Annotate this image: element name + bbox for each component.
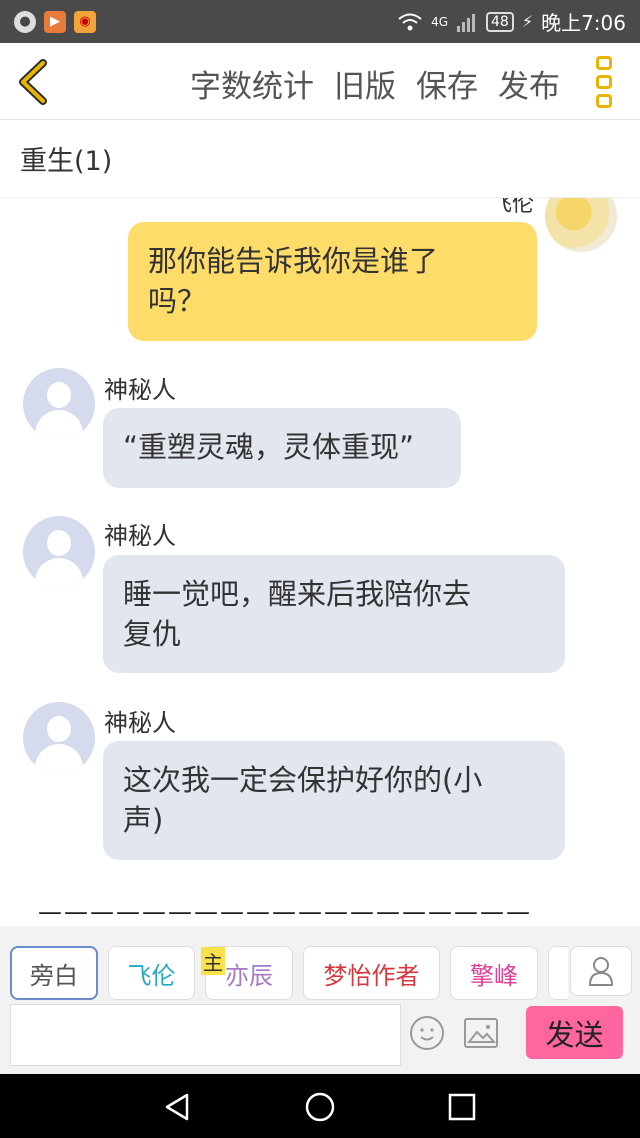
- separator-line: ———————————————————: [38, 898, 532, 926]
- message-bubble[interactable]: 这次我一定会保护好你的(小 声): [103, 741, 565, 860]
- message-text-line: 声): [123, 803, 164, 837]
- home-nav-icon[interactable]: [304, 1091, 336, 1123]
- avatar[interactable]: [23, 368, 95, 440]
- role-label: 亦辰: [225, 961, 273, 990]
- battery-level: 48: [486, 11, 514, 32]
- image-icon[interactable]: [464, 1018, 498, 1048]
- message-input[interactable]: [10, 1004, 401, 1066]
- role-chip-qingfeng[interactable]: 擎峰: [450, 946, 538, 1000]
- send-button[interactable]: 发送: [526, 1006, 623, 1059]
- weibo-icon: ◉: [74, 10, 96, 33]
- avatar[interactable]: [23, 516, 95, 588]
- role-label: 擎峰: [470, 961, 518, 990]
- message-text-line: “重塑灵魂，灵体重现”: [123, 430, 415, 464]
- message-text-line: 复仇: [123, 617, 182, 651]
- role-label: 飞伦: [127, 961, 176, 990]
- main-role-tag: 主: [201, 947, 225, 975]
- status-bar: ● ▶ ◉ 4G 48 ⚡ 晚上7:06: [0, 0, 640, 43]
- message-bubble[interactable]: “重塑灵魂，灵体重现”: [103, 408, 461, 488]
- video-app-icon: ▶: [44, 10, 66, 33]
- role-chip-mengyi[interactable]: 梦怡作者: [303, 946, 440, 1000]
- back-nav-icon[interactable]: [162, 1092, 192, 1122]
- user-icon: [588, 957, 614, 986]
- message-text-line: 那你能告诉我你是谁了: [148, 244, 439, 278]
- charging-icon: ⚡: [521, 12, 534, 31]
- signal-icon: [457, 13, 476, 32]
- back-arrow-icon[interactable]: [16, 59, 50, 105]
- role-selector: 旁白 飞伦 亦辰 梦怡作者 擎峰: [0, 926, 640, 1000]
- save-button[interactable]: 保存: [416, 61, 478, 106]
- message-text-line: 睡一觉吧，醒来后我陪你去: [123, 577, 472, 611]
- chapter-title[interactable]: 重生(1): [0, 120, 640, 198]
- clock: 晚上7:06: [541, 11, 626, 35]
- emoji-icon[interactable]: [410, 1016, 444, 1050]
- role-label: 旁白: [30, 961, 78, 990]
- sender-name: 神秘人: [104, 376, 176, 404]
- old-version-button[interactable]: 旧版: [334, 61, 396, 106]
- editor-toolbar: 字数统计 旧版 保存 发布: [0, 43, 640, 120]
- sender-name: 神秘人: [104, 522, 176, 550]
- network-type: 4G: [431, 14, 449, 29]
- send-label: 发送: [545, 1017, 604, 1052]
- wifi-icon: [398, 13, 422, 30]
- role-chip-narrator[interactable]: 旁白: [10, 946, 98, 1000]
- role-chip-feilun[interactable]: 飞伦: [108, 946, 195, 1000]
- message-bubble-self[interactable]: 那你能告诉我你是谁了 吗？: [128, 222, 537, 341]
- sender-name: 神秘人: [104, 709, 176, 737]
- message-bubble[interactable]: 睡一觉吧，醒来后我陪你去 复仇: [103, 555, 565, 673]
- publish-button[interactable]: 发布: [498, 61, 560, 106]
- composer-bar: 发送: [0, 1000, 640, 1074]
- add-role-button[interactable]: [570, 946, 632, 996]
- self-sender-name: 飞伦: [489, 198, 534, 217]
- toolbar-actions: 字数统计 旧版 保存 发布: [190, 61, 560, 106]
- chat-area[interactable]: 飞伦 那你能告诉我你是谁了 吗？ 神秘人 “重塑灵魂，灵体重现” 神秘人 睡一觉…: [0, 198, 640, 926]
- system-nav-bar: [0, 1074, 640, 1138]
- chapter-title-text: 重生(1): [20, 146, 113, 177]
- globe-icon: ●: [14, 10, 36, 33]
- role-label: 梦怡作者: [323, 961, 420, 990]
- recents-nav-icon[interactable]: [448, 1093, 476, 1121]
- message-text-line: 吗？: [148, 284, 207, 318]
- word-count-button[interactable]: 字数统计: [190, 61, 314, 106]
- role-chip-partial[interactable]: [548, 946, 568, 1000]
- message-text-line: 这次我一定会保护好你的(小: [123, 763, 483, 797]
- more-menu-icon[interactable]: [596, 56, 616, 108]
- avatar[interactable]: [23, 702, 95, 774]
- self-avatar[interactable]: [545, 198, 617, 252]
- status-icons: ● ▶ ◉: [14, 10, 96, 33]
